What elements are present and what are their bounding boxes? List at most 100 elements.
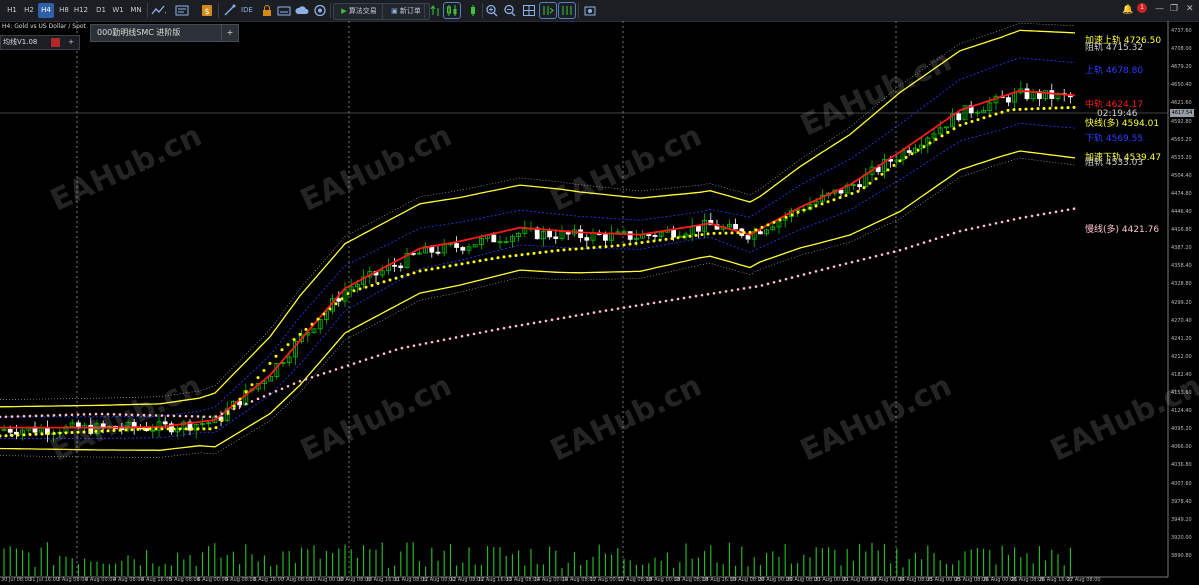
candle-body: [392, 264, 398, 267]
timeframe-h2[interactable]: H2: [21, 3, 37, 18]
candles-icon[interactable]: [465, 3, 481, 18]
slow-ma-dot: [922, 241, 926, 244]
slow-ma-dot: [424, 342, 428, 345]
slow-ma-dot: [232, 407, 236, 411]
indicator-panel[interactable]: 均线V1.08 +: [0, 35, 80, 50]
fast-ma-dot: [478, 259, 482, 263]
fast-ma-dot: [40, 432, 44, 436]
algo-trading-button[interactable]: ▶ 算法交易: [333, 3, 385, 20]
zoom-in-icon[interactable]: [484, 3, 500, 18]
slow-ma-dot: [226, 410, 230, 413]
candle-body: [7, 428, 13, 433]
chart-template-icon[interactable]: [174, 3, 190, 18]
fast-ma-dot: [1072, 105, 1076, 109]
fast-ma-dot: [436, 266, 440, 270]
restore-icon[interactable]: ❐: [1170, 4, 1178, 14]
fast-ma-dot: [1006, 108, 1010, 112]
bar-chart-icon[interactable]: [443, 2, 461, 19]
fast-ma-dot: [382, 280, 386, 284]
slow-ma-dot: [790, 276, 794, 279]
ide-button[interactable]: IDE: [238, 3, 256, 18]
fast-ma-dot: [616, 244, 620, 248]
candle-body: [857, 184, 862, 188]
fast-ma-dot: [1060, 106, 1064, 110]
fast-ma-dot: [850, 191, 854, 195]
time-axis-tick: 7 Aug 08:00: [281, 577, 313, 583]
vps-icon[interactable]: [312, 3, 328, 18]
fast-ma-dot: [910, 152, 914, 156]
grid-icon[interactable]: [521, 3, 537, 18]
notification-badge: 1: [1137, 3, 1147, 13]
fast-ma-dot: [0, 434, 2, 438]
timeframe-h8[interactable]: H8: [56, 3, 72, 18]
price-axis-tick: 4299.20: [1171, 299, 1192, 306]
minimize-icon[interactable]: —: [1155, 4, 1164, 14]
fast-ma-dot: [874, 177, 878, 181]
crosshair-tool-icon[interactable]: [222, 3, 238, 18]
indicator-close-icon[interactable]: [51, 38, 60, 47]
fast-ma-dot: [1030, 107, 1034, 111]
slow-ma-dot: [298, 379, 302, 383]
slow-ma-dot: [406, 345, 410, 349]
indicator-label: 均线V1.08: [3, 38, 38, 46]
slow-ma-dot: [688, 295, 692, 299]
chart-area[interactable]: H4: Gold vs US Dollar / Spot 均线V1.08 + 0…: [0, 21, 1199, 585]
slow-ma-dot: [340, 366, 344, 369]
auto-scroll-icon[interactable]: [539, 2, 557, 19]
time-axis-tick: 27 Aug 08:00: [1066, 577, 1101, 583]
slow-ma-dot: [1042, 212, 1046, 216]
slow-ma-dot: [586, 312, 590, 315]
market-icon[interactable]: $: [199, 3, 215, 18]
fast-ma-dot: [964, 121, 968, 125]
ea-add-icon[interactable]: +: [221, 25, 238, 41]
slow-ma-dot: [16, 415, 20, 418]
price-chart[interactable]: [0, 21, 1199, 585]
fast-ma-dot: [844, 194, 848, 198]
price-axis-tick: 4504.40: [1171, 172, 1192, 179]
cloud-icon[interactable]: [294, 3, 310, 18]
fast-ma-dot: [820, 202, 824, 206]
timeframe-mn[interactable]: MN: [128, 3, 144, 18]
fast-ma-dot: [790, 213, 794, 217]
ea-panel[interactable]: 000勤明线SMC 进阶版 +: [90, 24, 239, 42]
timeframe-w1[interactable]: W1: [110, 3, 126, 18]
timeframe-h1[interactable]: H1: [4, 3, 20, 18]
notification-bell-icon[interactable]: 🔔: [1122, 3, 1134, 18]
close-icon[interactable]: ✕: [1186, 4, 1194, 14]
slow-ma-dot: [466, 333, 470, 337]
price-axis-tick: 4066.00: [1171, 444, 1192, 451]
indicator-add-icon[interactable]: +: [65, 36, 77, 49]
chart-shift-icon[interactable]: [558, 2, 576, 19]
time-axis-tick: 5 Aug 08:00: [169, 577, 200, 583]
candle-body: [398, 265, 404, 269]
timeframe-d1[interactable]: D1: [93, 3, 109, 18]
fast-ma-dot: [448, 264, 452, 268]
fast-ma-dot: [154, 427, 158, 431]
timeframe-h4[interactable]: H4: [38, 3, 54, 18]
timeframe-h12[interactable]: H12: [73, 3, 89, 18]
slow-ma-dot: [262, 395, 266, 398]
lock-icon[interactable]: [259, 3, 275, 18]
slow-ma-dot: [292, 382, 296, 386]
fast-ma-dot: [934, 137, 938, 141]
slow-ma-dot: [580, 313, 584, 316]
slow-ma-dot: [418, 343, 422, 346]
slow-ma-dot: [76, 413, 80, 416]
slow-ma-dot: [934, 237, 938, 241]
depth-of-market-icon[interactable]: [428, 3, 444, 18]
slow-ma-dot: [862, 257, 866, 261]
new-order-button[interactable]: ▣ 新订单: [382, 3, 430, 20]
screenshot-icon[interactable]: [582, 3, 598, 18]
candle-body: [491, 234, 497, 243]
fast-ma-dot: [586, 246, 590, 250]
slow-ma-dot: [244, 402, 248, 406]
fast-ma-dot: [868, 181, 872, 185]
fast-ma-dot: [784, 215, 788, 219]
fast-ma-dot: [508, 254, 512, 258]
line-chart-icon[interactable]: ▾: [150, 3, 166, 18]
zoom-out-icon[interactable]: [502, 3, 518, 18]
price-axis-tick: 4095.20: [1171, 426, 1192, 433]
slow-ma-dot: [1024, 215, 1028, 219]
fast-ma-dot: [970, 119, 974, 123]
signals-icon[interactable]: [276, 3, 292, 18]
